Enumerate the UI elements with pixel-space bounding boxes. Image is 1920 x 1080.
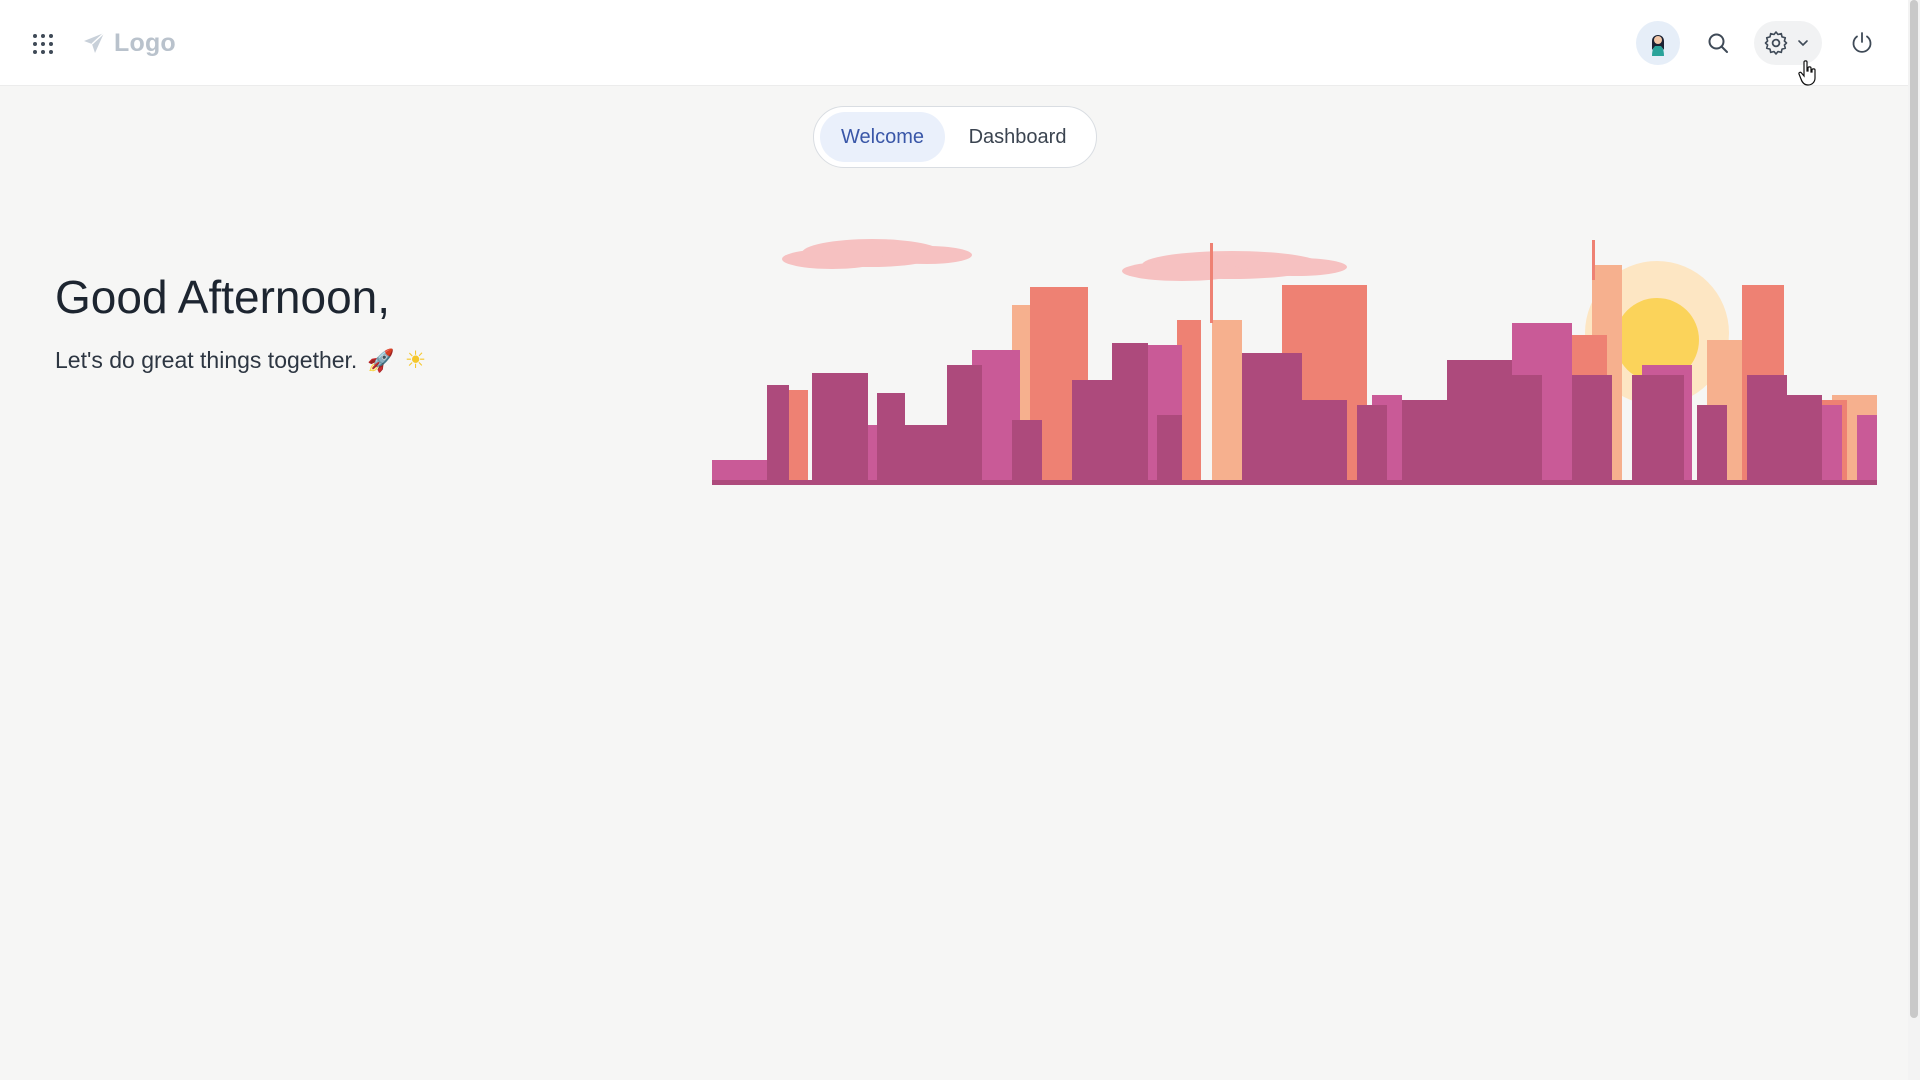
rocket-emoji: 🚀 [367,347,395,373]
chevron-down-icon [1798,40,1808,47]
header-actions [1636,20,1884,66]
power-icon [1852,32,1872,53]
settings-dropdown-button[interactable] [1754,21,1822,65]
city-skyline-illustration [712,239,1877,485]
logo-text: Logo [114,28,176,57]
gear-icon [1764,31,1788,55]
cloud-left [782,239,972,269]
cloud-right [1122,251,1347,281]
subtitle-text: Let's do great things together. [55,347,358,373]
greeting-subtitle: Let's do great things together. 🚀 ☀ [55,346,426,375]
sun-emoji: ☀ [404,347,427,374]
apps-menu-button[interactable] [26,27,60,61]
scrollbar-thumb[interactable] [1910,0,1918,1018]
grid-icon [33,34,53,54]
paper-plane-icon [84,32,105,53]
top-header: Logo [0,0,1908,86]
user-avatar-button[interactable] [1636,21,1680,65]
tab-welcome[interactable]: Welcome [820,112,946,162]
search-button[interactable] [1696,21,1740,65]
power-button[interactable] [1840,21,1884,65]
avatar-icon [1652,35,1664,56]
logo[interactable]: Logo [82,26,176,60]
search-icon [1708,33,1728,53]
scrollbar[interactable] [1908,0,1920,1080]
view-tabs: Welcome Dashboard [813,106,1097,168]
greeting-heading: Good Afternoon, [55,271,391,323]
tab-dashboard[interactable]: Dashboard [945,112,1090,162]
